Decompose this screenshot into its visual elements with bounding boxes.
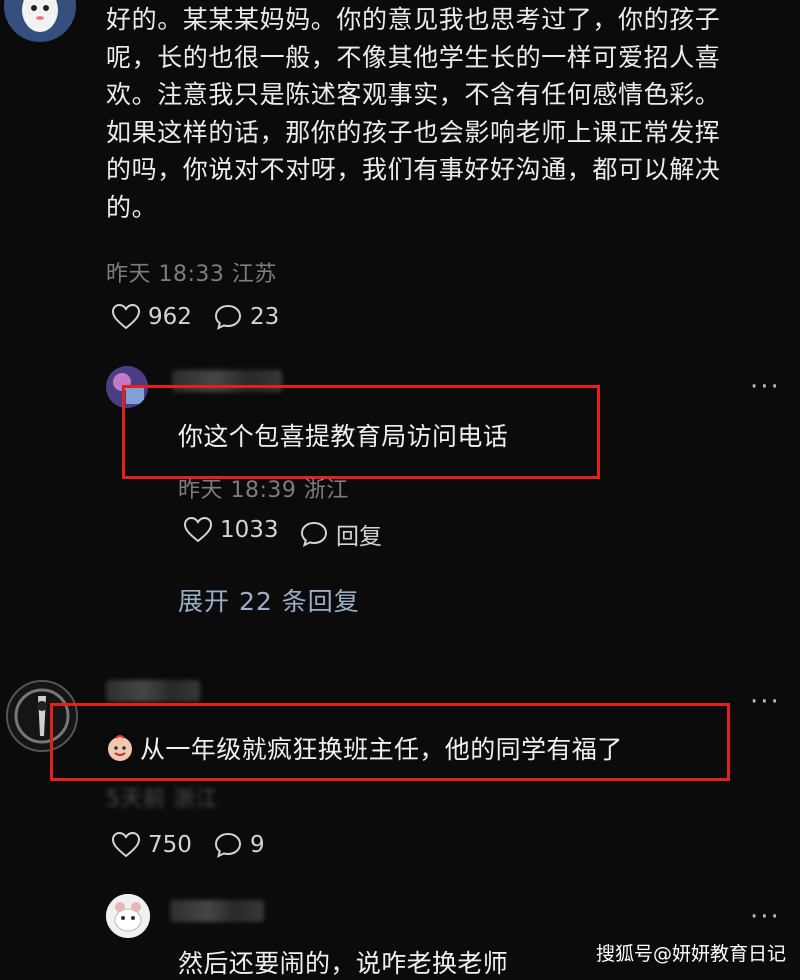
like-button[interactable]: 750 xyxy=(112,832,192,858)
more-icon[interactable]: ··· xyxy=(750,689,781,715)
comment-meta: 5天前 浙江 xyxy=(106,787,218,812)
emoji-icon xyxy=(106,734,134,762)
more-icon[interactable]: ··· xyxy=(750,904,781,930)
avatar-image xyxy=(106,894,150,938)
like-button[interactable]: 962 xyxy=(112,304,192,330)
comment-meta: 昨天 18:33 江苏 xyxy=(106,262,277,287)
like-button[interactable]: 1033 xyxy=(184,517,279,543)
heart-icon xyxy=(184,517,212,543)
heart-icon xyxy=(112,304,140,330)
comment-text: 然后还要闹的，说咋老换老师 xyxy=(178,949,509,978)
like-count: 1033 xyxy=(220,517,279,543)
comment-bubble-icon xyxy=(214,304,242,330)
comment-text: 从一年级就疯狂换班主任，他的同学有福了 xyxy=(140,735,623,764)
reply-text: 你这个包喜提教育局访问电话 xyxy=(178,422,509,451)
like-count: 750 xyxy=(148,832,192,858)
comment-line: 呢，长的也很一般，不像其他学生长的一样可爱招人喜 xyxy=(106,42,721,72)
like-count: 962 xyxy=(148,304,192,330)
reply-count-button[interactable]: 9 xyxy=(214,832,265,858)
expand-replies-link[interactable]: 展开 22 条回复 xyxy=(178,582,360,618)
comment-bubble-icon xyxy=(214,832,242,858)
comment-line: 好的。某某某妈妈。你的意见我也思考过了，你的孩子 xyxy=(106,5,721,34)
reply-count: 9 xyxy=(250,832,265,858)
comment-line: 如果这样的话，那你的孩子也会影响老师上课正常发挥 xyxy=(106,117,721,147)
reply-button[interactable]: 回复 xyxy=(300,517,382,551)
user-avatar[interactable] xyxy=(4,0,76,42)
comment-line: 欢。注意我只是陈述客观事实，不含有任何感情色彩。 xyxy=(106,80,721,109)
comment-body: 好的。某某某妈妈。你的意见我也思考过了，你的孩子 呢，长的也很一般，不像其他学生… xyxy=(106,1,796,226)
reply-meta: 昨天 18:39 浙江 xyxy=(178,478,349,503)
reply-label: 回复 xyxy=(336,524,382,550)
username-blurred xyxy=(170,900,264,922)
watermark: 搜狐号@妍妍教育日记 xyxy=(595,943,786,965)
comment-line: 的吗，你说对不对呀，我们有事好好沟通，都可以解决 xyxy=(106,155,721,184)
username-blurred xyxy=(106,680,200,702)
reply-count-button[interactable]: 23 xyxy=(214,304,279,330)
comment-bubble-icon xyxy=(300,521,328,547)
avatar-image xyxy=(4,0,76,42)
heart-icon xyxy=(112,832,140,858)
more-icon[interactable]: ··· xyxy=(750,374,781,400)
reply-count: 23 xyxy=(250,304,280,330)
comment-text-row: 从一年级就疯狂换班主任，他的同学有福了 xyxy=(106,730,623,766)
comment-line: 的。 xyxy=(106,192,158,222)
reply-avatar[interactable] xyxy=(106,894,150,938)
